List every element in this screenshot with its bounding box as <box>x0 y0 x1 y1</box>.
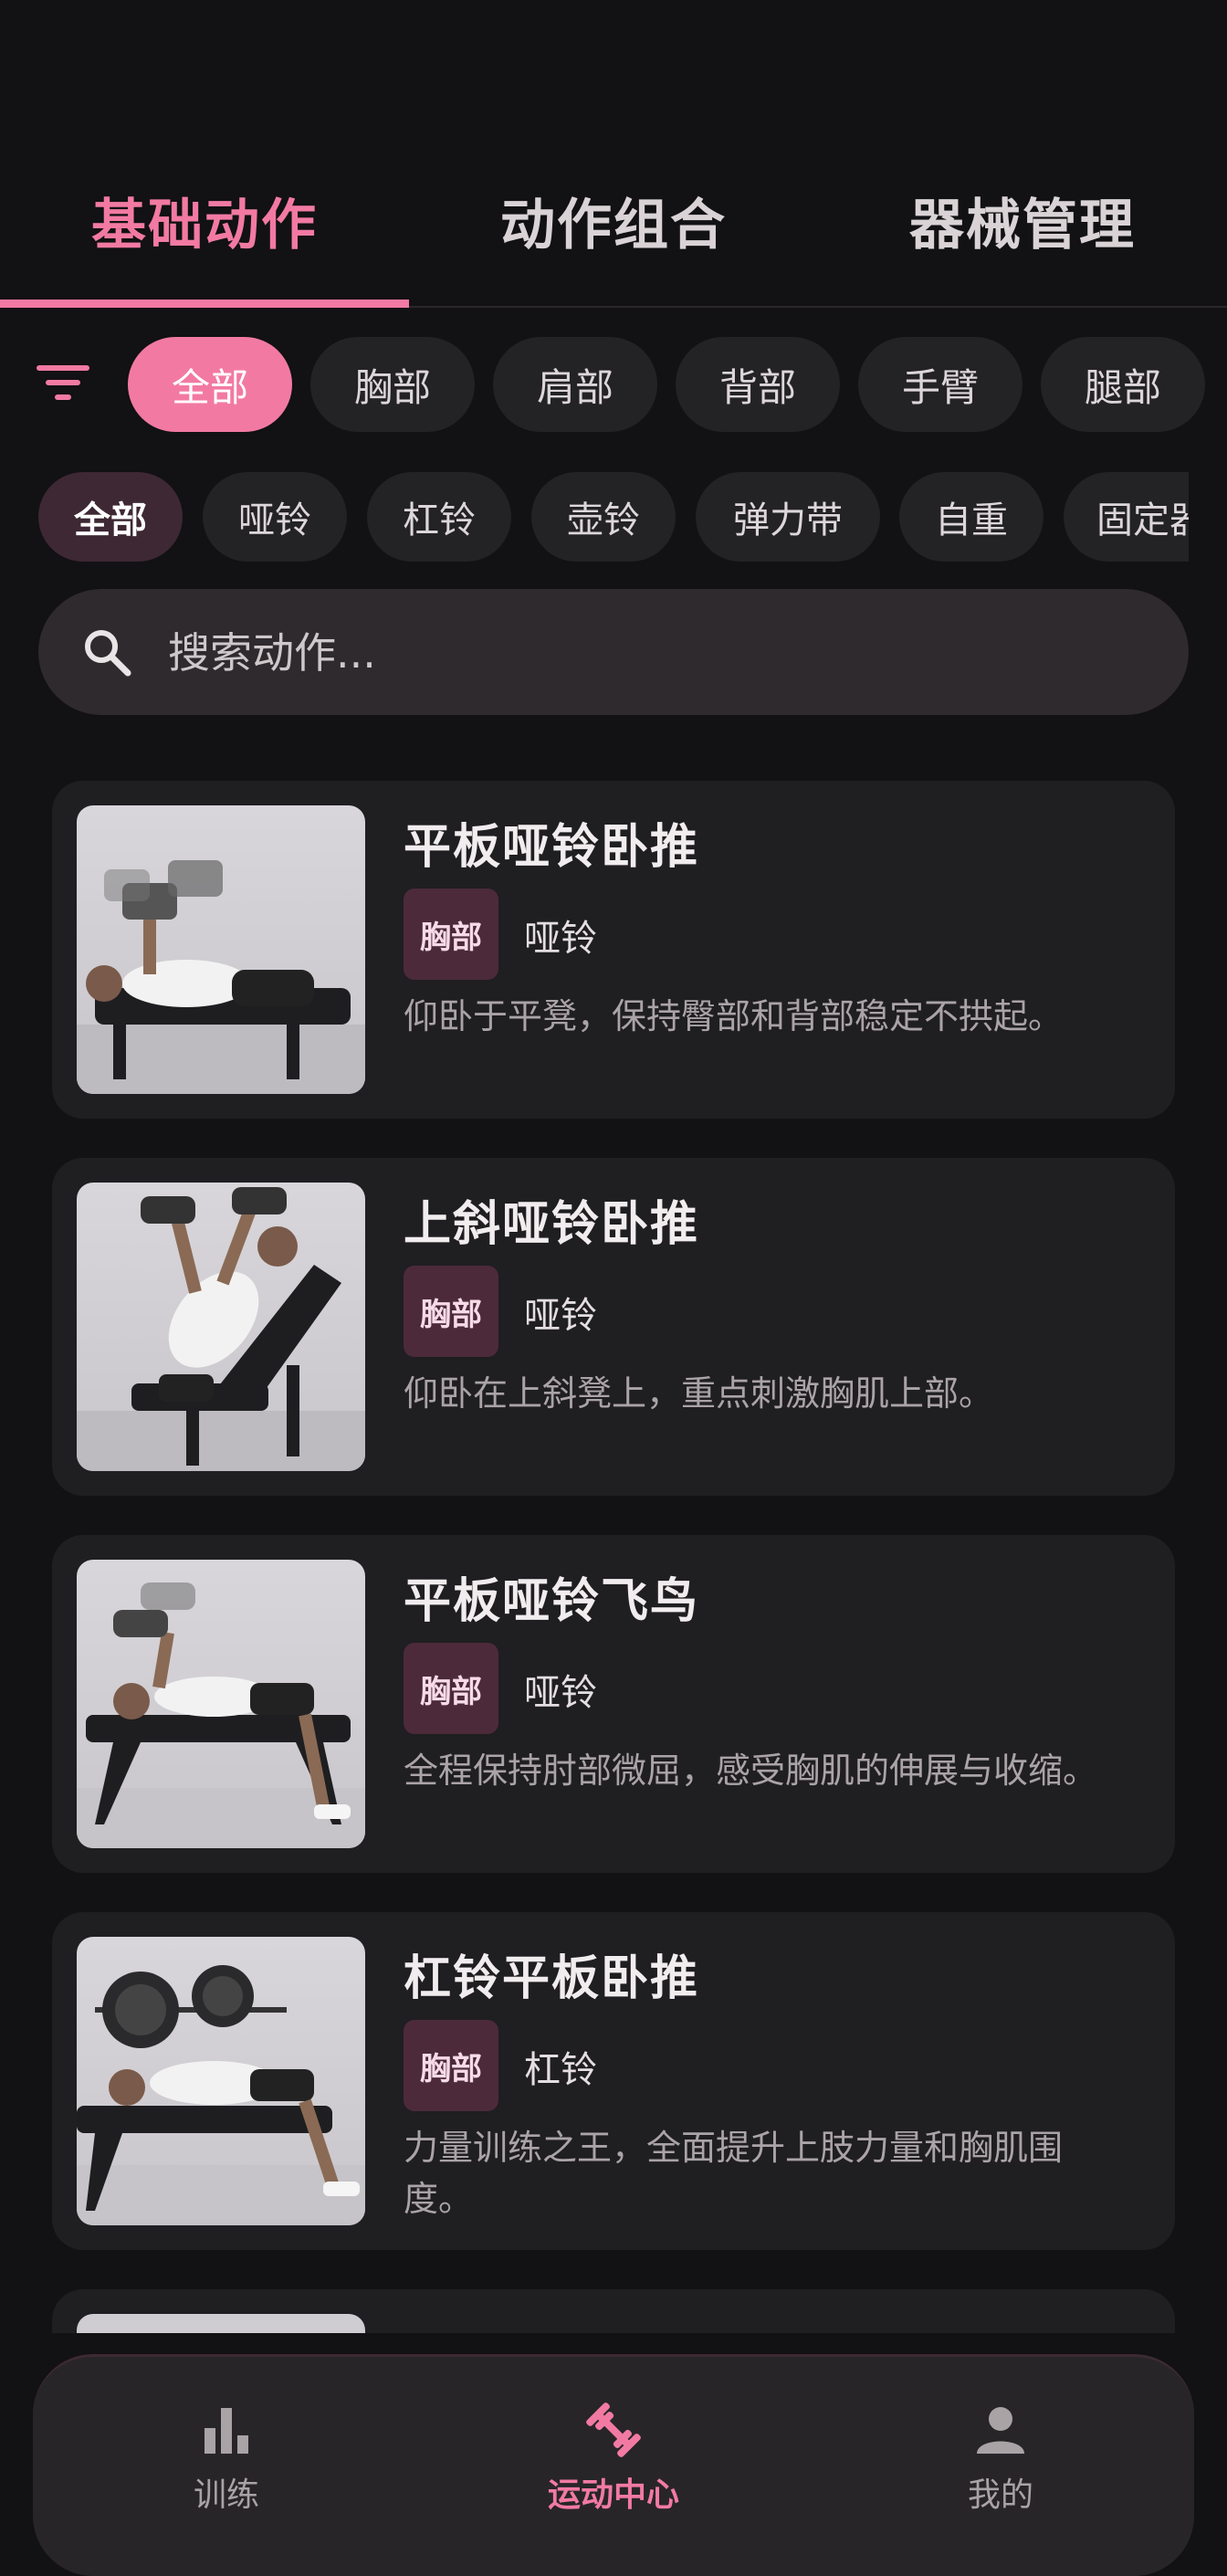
exercise-thumbnail <box>77 2314 365 2333</box>
body-filter-all[interactable]: 全部 <box>128 337 292 432</box>
exercise-name: 平板哑铃卧推 <box>404 820 700 875</box>
nav-label: 我的 <box>967 2476 1033 2514</box>
search-icon <box>85 630 131 677</box>
person-icon <box>977 2407 1024 2454</box>
tab-equipment-management[interactable]: 器械管理 <box>818 137 1227 304</box>
exercise-description: 仰卧于平凳，保持臀部和背部稳定不拱起。 <box>404 996 1064 1036</box>
equipment-filter-dumbbell[interactable]: 哑铃 <box>203 472 347 562</box>
bottom-navigation: 训练 运动中心 我的 <box>33 2354 1194 2576</box>
exercise-list: 平板哑铃卧推 胸部 哑铃 仰卧于平凳，保持臀部和背部稳定不拱起。 上斜哑铃卧推 … <box>0 776 1227 2333</box>
tab-exercise-combos[interactable]: 动作组合 <box>409 137 818 304</box>
equipment-filter-row: 全部 哑铃 杠铃 壶铃 弹力带 自重 固定器 <box>0 470 1227 566</box>
equipment-label: 哑铃 <box>524 918 597 960</box>
exercise-card[interactable]: 平板哑铃卧推 胸部 哑铃 仰卧于平凳，保持臀部和背部稳定不拱起。 <box>52 781 1175 1119</box>
tab-basic-exercises[interactable]: 基础动作 <box>0 137 409 304</box>
body-part-badge: 胸部 <box>404 1643 498 1734</box>
exercise-card[interactable]: 上斜哑铃卧推 胸部 哑铃 仰卧在上斜凳上，重点刺激胸肌上部。 <box>52 1158 1175 1496</box>
exercise-description: 全程保持肘部微屈，感受胸肌的伸展与收缩。 <box>404 1751 1098 1791</box>
exercise-card[interactable]: 杠铃平板卧推 胸部 杠铃 力量训练之王，全面提升上肢力量和胸肌围度。 <box>52 1912 1175 2250</box>
dumbbell-icon <box>586 2403 641 2457</box>
body-part-filter-row: 全部 胸部 肩部 背部 手臂 腿部 <box>0 333 1227 434</box>
equipment-label: 哑铃 <box>524 1295 597 1337</box>
nav-label: 训练 <box>193 2476 259 2514</box>
equipment-filter-barbell[interactable]: 杠铃 <box>367 472 511 562</box>
equipment-filter-fixed[interactable]: 固定器 <box>1064 472 1189 562</box>
body-filter-chest[interactable]: 胸部 <box>310 337 475 432</box>
equipment-filter-bodyweight[interactable]: 自重 <box>899 472 1043 562</box>
bar-chart-icon <box>204 2408 248 2454</box>
equipment-filter-kettlebell[interactable]: 壶铃 <box>531 472 676 562</box>
equipment-label: 杠铃 <box>524 2049 597 2091</box>
tab-indicator <box>0 300 409 308</box>
filter-icon[interactable] <box>37 363 89 402</box>
search-bar[interactable] <box>38 589 1189 717</box>
equipment-label: 哑铃 <box>524 1672 597 1714</box>
exercise-name: 上斜哑铃卧推 <box>404 1197 700 1252</box>
exercise-card[interactable]: 平板哑铃飞鸟 胸部 哑铃 全程保持肘部微屈，感受胸肌的伸展与收缩。 <box>52 1535 1175 1873</box>
body-part-badge: 胸部 <box>404 1266 498 1357</box>
body-filter-shoulders[interactable]: 肩部 <box>493 337 657 432</box>
exercise-description: 仰卧在上斜凳上，重点刺激胸肌上部。 <box>404 1373 994 1414</box>
exercise-thumbnail <box>77 805 365 1094</box>
exercise-name: 杠铃平板卧推 <box>404 1951 700 2006</box>
equipment-filter-resistance-band[interactable]: 弹力带 <box>696 472 880 562</box>
exercise-card-partial[interactable] <box>52 2289 1175 2333</box>
top-tab-bar: 基础动作 动作组合 器械管理 <box>0 137 1227 308</box>
exercise-description: 力量训练之王，全面提升上肢力量和胸肌围度。 <box>404 2128 1064 2219</box>
search-input[interactable] <box>166 589 1156 717</box>
exercise-name: 平板哑铃飞鸟 <box>404 1574 700 1629</box>
nav-label: 运动中心 <box>547 2476 679 2514</box>
body-part-badge: 胸部 <box>404 2020 498 2111</box>
body-part-badge: 胸部 <box>404 888 498 980</box>
body-filter-back[interactable]: 背部 <box>676 337 840 432</box>
body-filter-legs[interactable]: 腿部 <box>1041 337 1205 432</box>
equipment-filter-all[interactable]: 全部 <box>38 472 183 562</box>
body-filter-arms[interactable]: 手臂 <box>858 337 1022 432</box>
exercise-thumbnail <box>77 1937 365 2225</box>
nav-item-sports-center[interactable]: 运动中心 <box>420 2357 807 2534</box>
exercise-thumbnail <box>77 1183 365 1471</box>
exercise-thumbnail <box>77 1560 365 1848</box>
nav-item-profile[interactable]: 我的 <box>807 2357 1194 2534</box>
nav-item-training[interactable]: 训练 <box>33 2357 420 2534</box>
